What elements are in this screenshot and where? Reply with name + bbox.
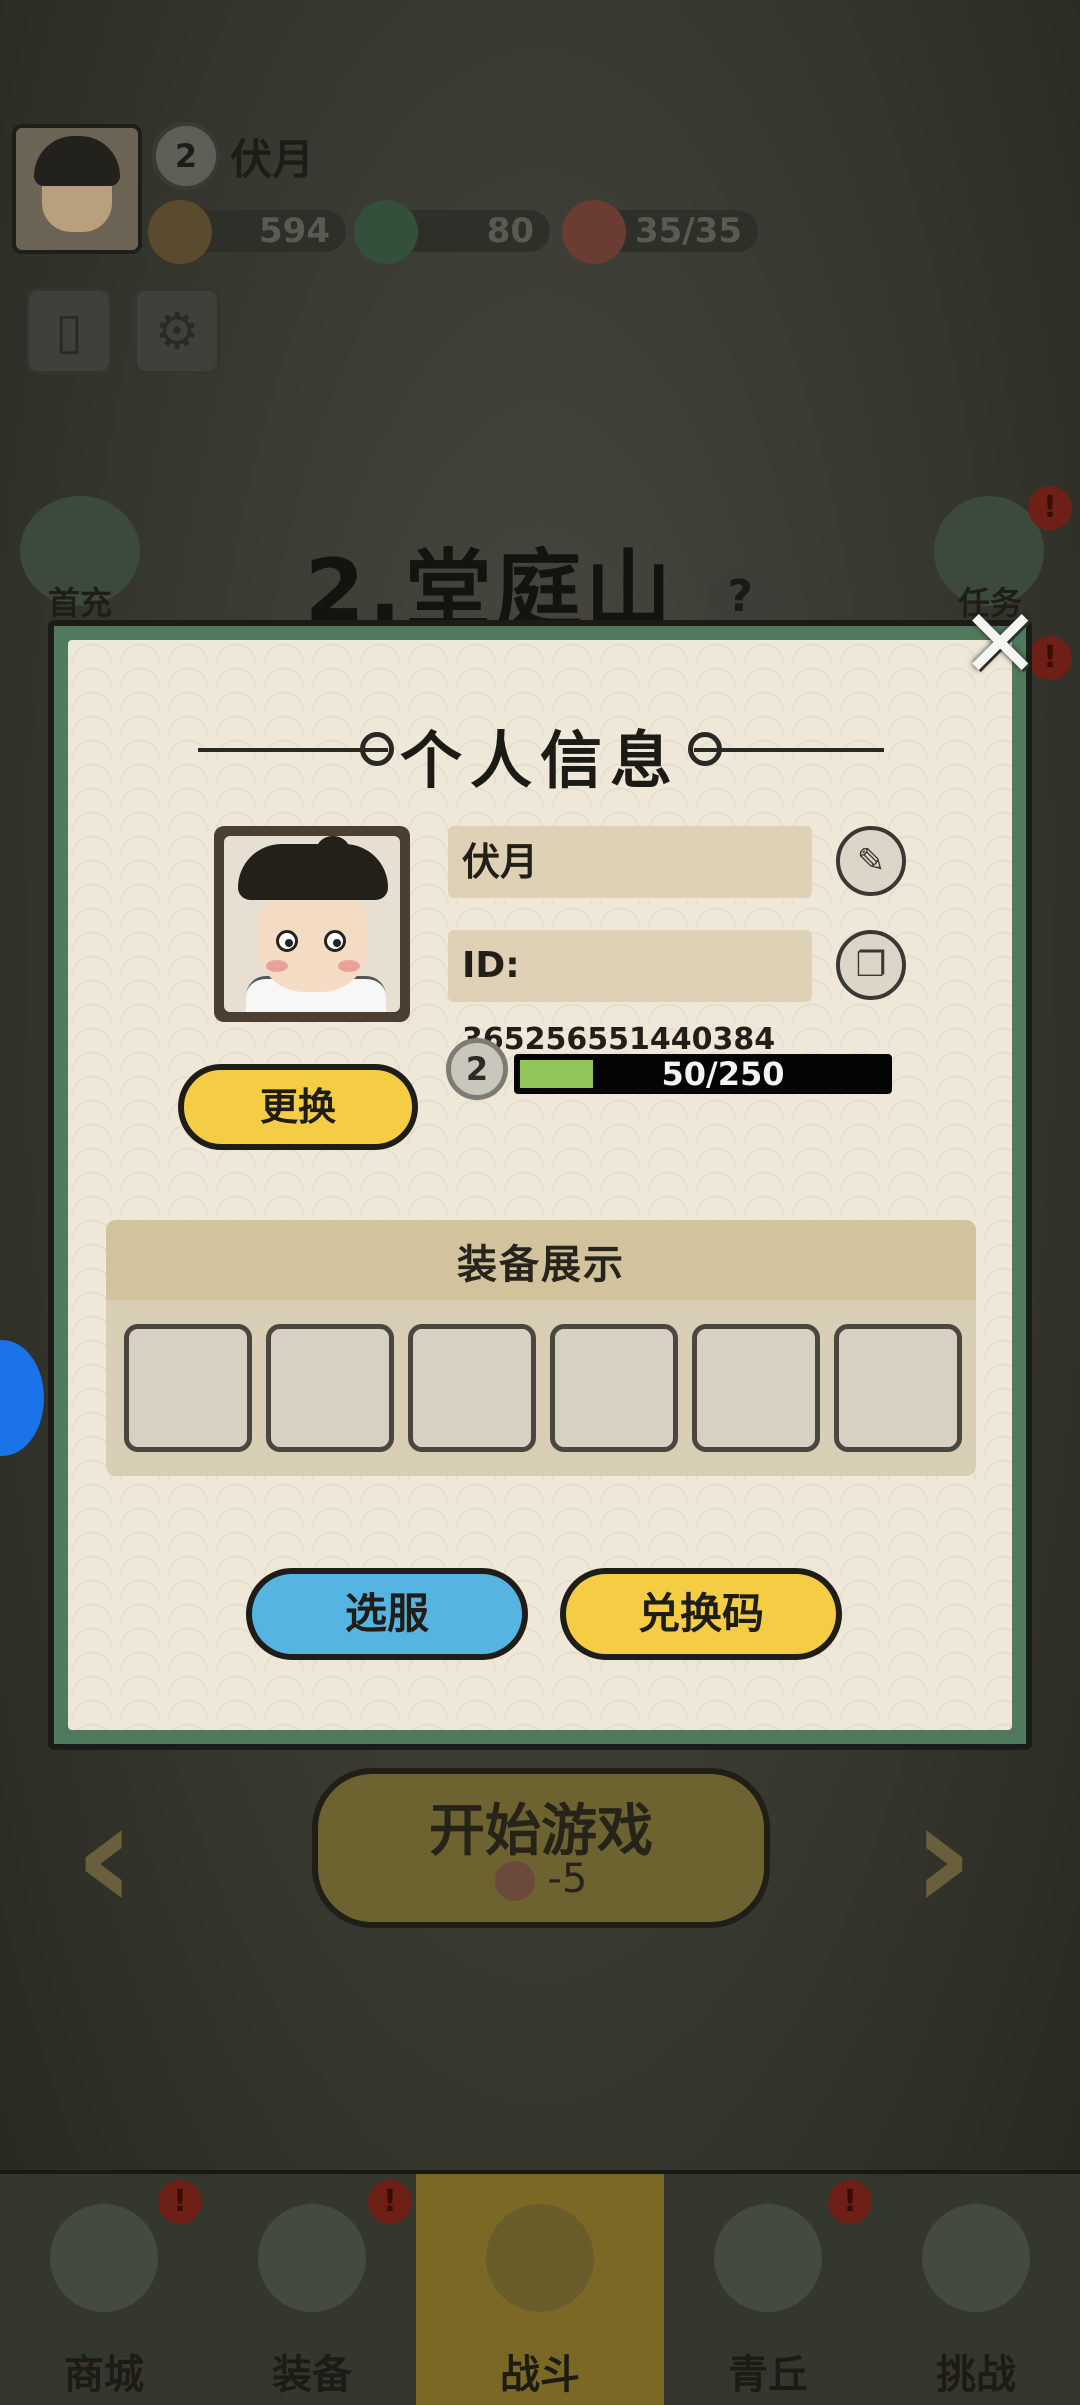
nav-challenge[interactable]: 挑战	[872, 2174, 1080, 2405]
mountain-icon	[714, 2204, 822, 2312]
avatar-hair-bun	[316, 836, 350, 866]
settings-gear-icon[interactable]: ⚙	[134, 288, 220, 374]
player-name: 伏月	[230, 135, 315, 184]
equipment-helmet-icon	[258, 2204, 366, 2312]
redeem-code-button[interactable]: 兑换码	[560, 1568, 842, 1660]
previous-stage-arrow-icon[interactable]: ‹	[74, 1770, 136, 1944]
start-game-cost-value: -5	[547, 1856, 588, 1902]
battle-swords-icon	[486, 2204, 594, 2312]
avatar-eye-left	[276, 930, 298, 952]
change-avatar-button[interactable]: 更换	[178, 1064, 418, 1150]
player-avatar[interactable]	[12, 124, 142, 254]
coins-add-icon[interactable]	[148, 200, 212, 264]
bottom-nav: 商城 ! 装备 ! 战斗 青丘 ! 挑战	[0, 2170, 1080, 2405]
card-icon[interactable]: ▯	[26, 288, 112, 374]
player-id-value: 365256551440384	[462, 1022, 776, 1057]
nav-shop-badge: !	[158, 2180, 202, 2224]
avatar-portrait	[224, 836, 400, 1012]
avatar-eye-right	[324, 930, 346, 952]
nav-battle[interactable]: 战斗	[416, 2174, 664, 2405]
next-stage-arrow-icon[interactable]: ›	[912, 1770, 974, 1944]
id-label: ID:	[462, 945, 520, 986]
jade-add-icon[interactable]	[354, 200, 418, 264]
tasks-alert-badge: !	[1028, 486, 1072, 530]
nav-shop[interactable]: 商城 !	[0, 2174, 208, 2405]
equipment-slot-3[interactable]	[408, 1324, 536, 1452]
nav-battle-label: 战斗	[500, 2352, 580, 2398]
nav-qingqiu-badge: !	[828, 2180, 872, 2224]
title-decor-right	[694, 748, 884, 752]
shop-icon	[50, 2204, 158, 2312]
equipment-slot-2[interactable]	[266, 1324, 394, 1452]
equipment-title: 装备展示	[457, 1242, 625, 1288]
nav-qingqiu-label: 青丘	[728, 2352, 808, 2398]
avatar-hair	[238, 844, 388, 900]
nav-equipment[interactable]: 装备 !	[208, 2174, 416, 2405]
select-server-button[interactable]: 选服	[246, 1568, 528, 1660]
xp-bar: 50/250	[514, 1054, 892, 1094]
modal-content: 个人信息 更换 伏月 ✎ ID: 365256551440384 ❐ 2 50/…	[68, 640, 1012, 1730]
avatar-hair	[34, 136, 120, 186]
close-icon[interactable]: ✕	[960, 596, 1040, 692]
equipment-slot-4[interactable]	[550, 1324, 678, 1452]
nav-challenge-label: 挑战	[936, 2352, 1016, 2398]
player-name-field: 伏月	[448, 826, 812, 898]
copy-id-icon[interactable]: ❐	[836, 930, 906, 1000]
start-game-label: 开始游戏	[429, 1799, 653, 1864]
personal-info-modal: 个人信息 更换 伏月 ✎ ID: 365256551440384 ❐ 2 50/…	[48, 620, 1032, 1750]
equipment-display-panel: 装备展示	[106, 1220, 976, 1476]
equipment-slot-6[interactable]	[834, 1324, 962, 1452]
level-badge: 2	[446, 1038, 508, 1100]
avatar-blush	[266, 960, 288, 972]
avatar-blush	[338, 960, 360, 972]
player-id-field: ID: 365256551440384	[448, 930, 812, 1057]
edit-name-brush-icon[interactable]: ✎	[836, 826, 906, 896]
nav-qingqiu[interactable]: 青丘 !	[664, 2174, 872, 2405]
equipment-slot-5[interactable]	[692, 1324, 820, 1452]
modal-title: 个人信息	[399, 724, 680, 797]
equipment-slot-1[interactable]	[124, 1324, 252, 1452]
start-game-cost: -5	[312, 1856, 770, 1902]
stamina-add-icon[interactable]	[562, 200, 626, 264]
floating-assist-button[interactable]	[0, 1340, 44, 1456]
nav-equipment-label: 装备	[272, 2352, 352, 2398]
nav-shop-label: 商城	[64, 2352, 144, 2398]
stamina-peach-icon	[494, 1861, 535, 1901]
nav-equipment-badge: !	[368, 2180, 412, 2224]
challenge-icon	[922, 2204, 1030, 2312]
profile-avatar	[214, 826, 410, 1022]
player-level-badge: 2	[152, 122, 220, 190]
xp-text: 50/250	[661, 1055, 785, 1093]
